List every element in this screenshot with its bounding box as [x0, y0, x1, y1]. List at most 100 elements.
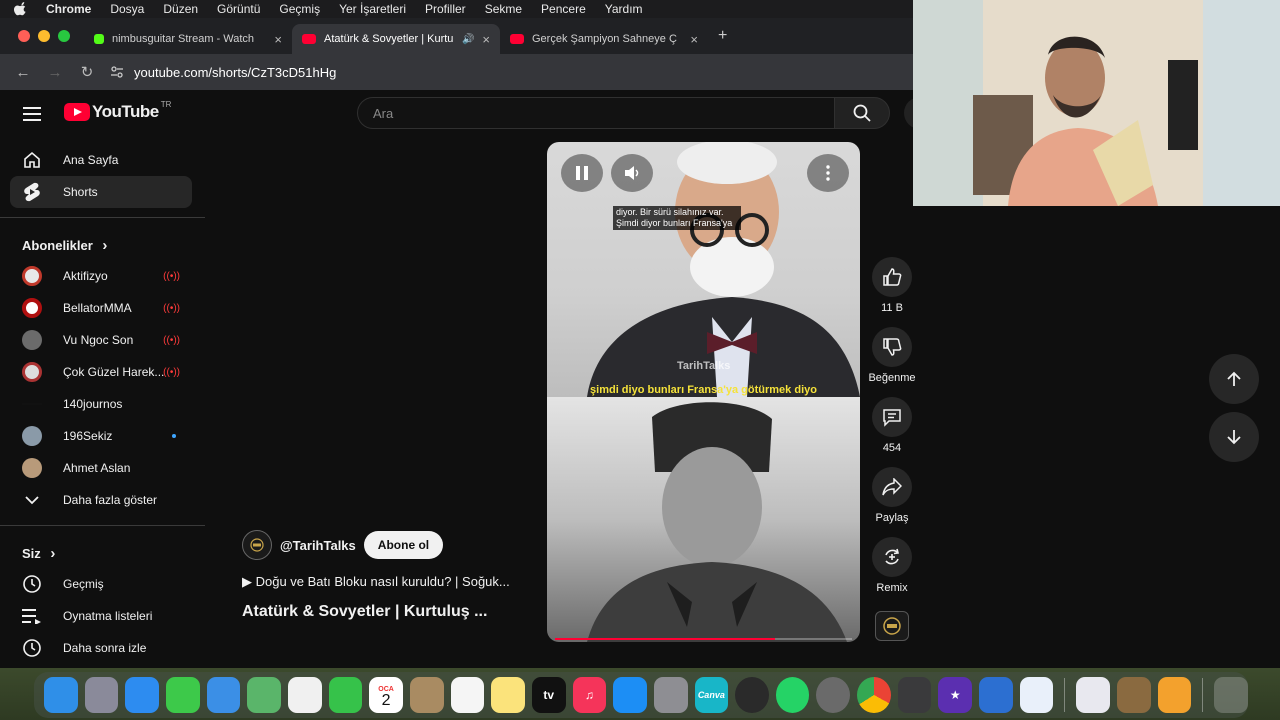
menu-sekme[interactable]: Sekme: [485, 2, 522, 16]
sidebar-item-playlists[interactable]: Oynatma listeleri: [10, 600, 192, 632]
comments-button[interactable]: 454: [867, 397, 917, 454]
reminders-icon[interactable]: [450, 677, 485, 713]
forward-arrow-icon[interactable]: →: [46, 64, 64, 81]
pause-button[interactable]: [561, 154, 603, 192]
video-progress-bar[interactable]: [555, 638, 852, 640]
live-broadcast-icon: ((•)): [163, 302, 180, 314]
sidebar-sub-140journos[interactable]: 140journos: [10, 388, 192, 420]
omnibox[interactable]: youtube.com/shorts/CzT3cD51hHg: [110, 65, 336, 80]
preview-icon[interactable]: [1019, 677, 1054, 713]
tab-close-icon[interactable]: ×: [690, 32, 698, 47]
you-heading[interactable]: Siz ›: [22, 545, 55, 562]
menu-yardim[interactable]: Yardım: [605, 2, 643, 16]
pages-icon[interactable]: [1157, 677, 1192, 713]
recent-item-icon[interactable]: [1117, 677, 1151, 713]
archival-portrait-image: [587, 402, 847, 642]
audio-playing-icon[interactable]: 🔊: [462, 34, 474, 45]
sidebar-item-shorts[interactable]: Shorts: [10, 176, 192, 208]
shorts-video-player[interactable]: diyor. Bir sürü silahınız var. Şimdi diy…: [547, 142, 860, 642]
finder-icon[interactable]: [44, 677, 78, 713]
sidebar-item-home[interactable]: Ana Sayfa: [10, 144, 192, 176]
tab-close-icon[interactable]: ×: [274, 32, 282, 47]
browser-toolbar: ← → ↻ youtube.com/shorts/CzT3cD51hHg: [0, 54, 913, 90]
sidebar-sub-ahmet-aslan[interactable]: Ahmet Aslan: [10, 452, 192, 484]
downloads-stack-icon[interactable]: [1076, 677, 1110, 713]
disk-utility-icon[interactable]: [816, 677, 851, 713]
url-text[interactable]: youtube.com/shorts/CzT3cD51hHg: [134, 65, 336, 80]
search-input[interactable]: Ara: [357, 97, 835, 129]
like-button[interactable]: 11 B: [867, 257, 917, 314]
share-button[interactable]: Paylaş: [867, 467, 917, 524]
sidebar-item-watch-later[interactable]: Daha sonra izle: [10, 632, 192, 664]
imovie-icon[interactable]: ★: [938, 677, 973, 713]
facetime-icon[interactable]: [328, 677, 363, 713]
sidebar-sub-cok-guzel-hareketler[interactable]: Çok Güzel Harek... ((•)): [10, 356, 192, 388]
subscribe-button[interactable]: Abone ol: [363, 531, 444, 559]
apple-icon[interactable]: [14, 2, 28, 16]
notes-icon[interactable]: [491, 677, 525, 713]
tab-ataturk-sovyetler[interactable]: Atatürk & Sovyetler | Kurtu 🔊 ×: [292, 24, 500, 54]
menu-duzen[interactable]: Düzen: [163, 2, 198, 16]
menu-yer-isaretleri[interactable]: Yer İşaretleri: [339, 2, 406, 16]
sidebar-sub-196sekiz[interactable]: 196Sekiz: [10, 420, 192, 452]
menu-goruntu[interactable]: Görüntü: [217, 2, 260, 16]
system-settings-icon[interactable]: [653, 677, 688, 713]
menu-gecmis[interactable]: Geçmiş: [279, 2, 320, 16]
share-arrow-icon: [872, 467, 912, 507]
app-store-icon[interactable]: [613, 677, 647, 713]
whatsapp-icon[interactable]: [775, 677, 810, 713]
sidebar-item-history[interactable]: Geçmiş: [10, 568, 192, 600]
contacts-icon[interactable]: [409, 677, 444, 713]
history-icon: [21, 573, 43, 595]
site-settings-icon[interactable]: [110, 65, 124, 79]
reload-icon[interactable]: ↻: [78, 63, 96, 81]
launchpad-icon[interactable]: [84, 677, 119, 713]
close-window-button[interactable]: [18, 30, 30, 42]
menu-dosya[interactable]: Dosya: [110, 2, 144, 16]
minimize-window-button[interactable]: [38, 30, 50, 42]
dislike-button[interactable]: Beğenme: [867, 327, 917, 384]
obs-icon[interactable]: [735, 677, 769, 713]
menu-profiller[interactable]: Profiller: [425, 2, 466, 16]
channel-avatar[interactable]: [242, 530, 272, 560]
tab-gercek-sampiyon[interactable]: Gerçek Şampiyon Sahneye Ç ×: [500, 24, 708, 54]
youtube-play-icon: [64, 103, 90, 121]
messages-icon[interactable]: [165, 677, 200, 713]
tab-close-icon[interactable]: ×: [482, 32, 490, 47]
playlist-link[interactable]: ▶ Doğu ve Batı Bloku nasıl kuruldu? | So…: [242, 574, 542, 590]
trash-icon[interactable]: [1214, 677, 1248, 713]
search-button[interactable]: [834, 97, 890, 129]
tab-nimbusguitar[interactable]: nimbusguitar Stream - Watch ×: [84, 24, 292, 54]
menu-app-chrome[interactable]: Chrome: [46, 2, 91, 16]
calendar-icon[interactable]: OCA 2: [369, 677, 403, 713]
maps-icon[interactable]: [247, 677, 281, 713]
chrome-icon[interactable]: [857, 677, 891, 713]
menu-pencere[interactable]: Pencere: [541, 2, 586, 16]
safari-icon[interactable]: [125, 677, 159, 713]
subscriptions-heading[interactable]: Abonelikler ›: [22, 237, 107, 254]
mail-icon[interactable]: [206, 677, 241, 713]
volume-button[interactable]: [611, 154, 653, 192]
youtube-logo[interactable]: YouTube TR: [64, 100, 171, 122]
menu-hamburger-icon[interactable]: [23, 107, 41, 121]
remix-button[interactable]: Remix: [867, 537, 917, 594]
back-arrow-icon[interactable]: ←: [14, 64, 32, 81]
new-tab-button[interactable]: +: [718, 27, 727, 45]
more-options-button[interactable]: [807, 154, 849, 192]
photos-icon[interactable]: [287, 677, 322, 713]
sidebar-sub-aktifizyo[interactable]: Aktifizyo ((•)): [10, 260, 192, 292]
next-short-button[interactable]: [1209, 412, 1259, 462]
kick-favicon-icon: [94, 34, 104, 44]
sidebar-sub-bellatormma[interactable]: BellatorMMA ((•)): [10, 292, 192, 324]
apple-tv-icon[interactable]: tv: [531, 677, 566, 713]
music-icon[interactable]: ♫: [572, 677, 607, 713]
calculator-icon[interactable]: [897, 677, 932, 713]
zoom-icon[interactable]: [979, 677, 1013, 713]
channel-thumbnail[interactable]: [875, 611, 909, 641]
zoom-window-button[interactable]: [58, 30, 70, 42]
sidebar-sub-vu-ngoc-son[interactable]: Vu Ngoc Son ((•)): [10, 324, 192, 356]
channel-handle[interactable]: @TarihTalks: [280, 538, 356, 553]
previous-short-button[interactable]: [1209, 354, 1259, 404]
sidebar-show-more[interactable]: Daha fazla göster: [10, 484, 192, 516]
canva-icon[interactable]: Canva: [694, 677, 729, 713]
